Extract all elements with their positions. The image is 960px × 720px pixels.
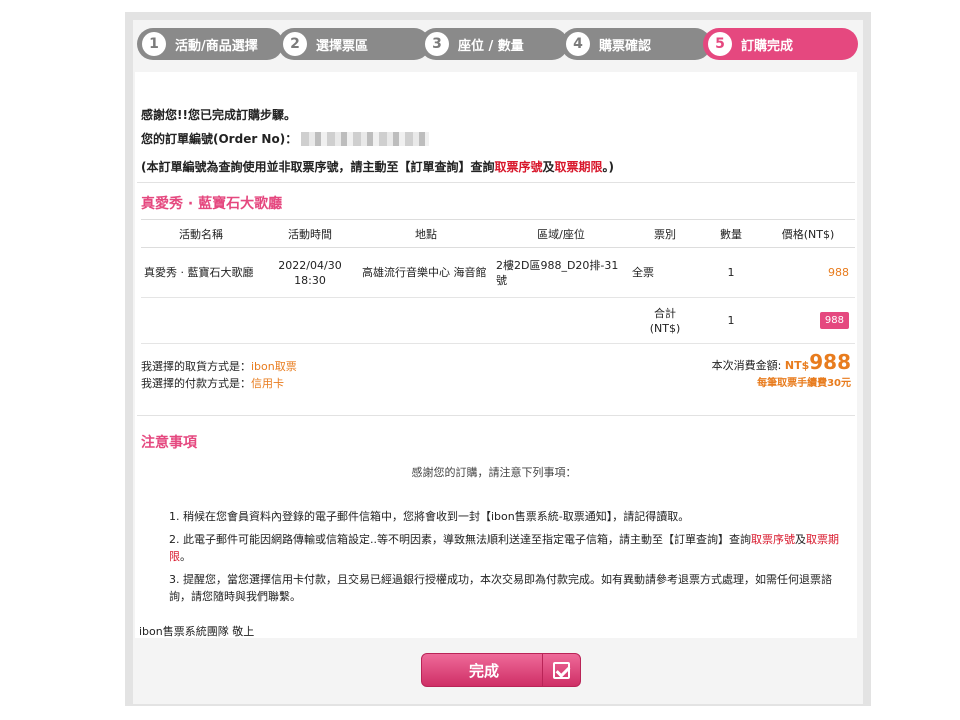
- step-number: 2: [283, 32, 307, 56]
- col-header: 數量: [701, 219, 761, 248]
- notice-text: 。: [180, 550, 191, 563]
- notice-highlight: 取票序號: [750, 533, 795, 546]
- pickup-value: ibon取票: [251, 360, 297, 373]
- cell-time: 2022/04/30 18:30: [278, 258, 342, 287]
- order-note: (本訂單編號為查詢使用並非取票序號，請主動至【訂單查詢】查詢取票序號及取票期限。…: [141, 158, 614, 175]
- step-number: 1: [142, 32, 166, 56]
- divider: [137, 182, 855, 183]
- notice-text: 2. 此電子郵件可能因網路傳輸或信箱設定..等不明因素，導致無法順利送達至指定電…: [169, 533, 751, 546]
- subtotal-price-badge: 988: [819, 312, 849, 329]
- total-currency: NT$: [784, 359, 810, 372]
- col-header: 活動名稱: [141, 219, 261, 248]
- order-number-line: 您的訂單編號(Order No)：: [141, 130, 430, 147]
- step-4: 4 購票確認: [561, 28, 711, 60]
- order-number-redacted: [301, 131, 430, 146]
- table-row: 真愛秀 · 藍寶石大歌廳 2022/04/30 18:30 高雄流行音樂中心 海…: [141, 248, 855, 298]
- col-header: 活動時間: [261, 219, 359, 248]
- notice-item: 2. 此電子郵件可能因網路傳輸或信箱設定..等不明因素，導致無法順利送達至指定電…: [169, 531, 849, 565]
- note-text: 。): [602, 160, 615, 174]
- note-text: (本訂單編號為查詢使用並非取票序號，請主動至【訂單查詢】查詢: [141, 160, 495, 174]
- main-content: 感謝您!!您已完成訂購步驟。 您的訂單編號(Order No)： (本訂單編號為…: [135, 72, 857, 638]
- event-title: 真愛秀 · 藍寶石大歌廳: [141, 196, 283, 212]
- col-header: 區域/座位: [493, 219, 629, 248]
- ticket-table: 活動名稱 活動時間 地點 區域/座位 票別 數量 價格(NT$) 真愛秀 · 藍…: [141, 219, 855, 344]
- step-number: 5: [708, 32, 732, 56]
- note-text: 及: [542, 160, 555, 174]
- page-frame: 1 活動/商品選擇 2 選擇票區 3 座位 / 數量 4 購票確認 5 訂購完成…: [125, 12, 871, 706]
- divider: [137, 415, 855, 416]
- notice-item: 1. 稍候在您會員資料內登錄的電子郵件信箱中，您將會收到一封【ibon售票系統-…: [169, 510, 690, 523]
- col-header: 價格(NT$): [761, 219, 855, 248]
- notice-intro: 感謝您的訂購，請注意下列事項：: [411, 466, 577, 479]
- step-label: 購票確認: [599, 38, 652, 54]
- note-highlight: 取票期限: [554, 160, 603, 174]
- table-header-row: 活動名稱 活動時間 地點 區域/座位 票別 數量 價格(NT$): [141, 219, 855, 248]
- payment-label: 我選擇的付款方式是：: [141, 377, 251, 390]
- page-inner: 1 活動/商品選擇 2 選擇票區 3 座位 / 數量 4 購票確認 5 訂購完成…: [133, 20, 863, 704]
- pickup-label: 我選擇的取貨方式是：: [141, 360, 251, 373]
- step-number: 3: [425, 32, 449, 56]
- step-3: 3 座位 / 數量: [420, 28, 568, 60]
- total-amount: 本次消費金額: NT$988 每筆取票手續費30元: [712, 350, 851, 389]
- step-1: 1 活動/商品選擇: [137, 28, 283, 60]
- note-highlight: 取票序號: [494, 160, 543, 174]
- cell-ticket-type: 全票: [632, 266, 654, 279]
- step-label: 選擇票區: [316, 38, 369, 54]
- subtotal-quantity: 1: [727, 314, 735, 327]
- cell-venue: 高雄流行音樂中心 海音館: [362, 266, 487, 279]
- cell-event-name: 真愛秀 · 藍寶石大歌廳: [144, 266, 254, 279]
- order-number-label: 您的訂單編號(Order No)：: [141, 132, 298, 146]
- step-number: 4: [566, 32, 590, 56]
- payment-value: 信用卡: [251, 377, 284, 390]
- payment-line: 我選擇的付款方式是：信用卡: [141, 375, 297, 392]
- signature: ibon售票系統團隊 敬上: [139, 625, 255, 638]
- notice-item: 3. 提醒您，當您選擇信用卡付款，且交易已經過銀行授權成功，本次交易即為付款完成…: [169, 573, 832, 603]
- checkbox-icon: [542, 654, 580, 686]
- done-button-label: 完成: [468, 661, 499, 680]
- done-button[interactable]: 完成: [421, 653, 581, 687]
- cell-quantity: 1: [727, 266, 735, 279]
- notice-list: 1. 稍候在您會員資料內登錄的電子郵件信箱中，您將會收到一封【ibon售票系統-…: [169, 508, 849, 611]
- col-header: 地點: [359, 219, 493, 248]
- step-2: 2 選擇票區: [278, 28, 430, 60]
- step-label: 活動/商品選擇: [175, 38, 258, 54]
- cell-price: 988: [828, 266, 849, 279]
- handling-fee: 每筆取票手續費30元: [757, 378, 851, 389]
- step-label: 訂購完成: [741, 38, 794, 54]
- cell-seat: 2樓2D區988_D20排-31號: [496, 258, 619, 287]
- subtotal-label: 合計 (NT$): [649, 306, 681, 335]
- notice-text: 及: [794, 533, 806, 546]
- col-header: 票別: [629, 219, 701, 248]
- step-label: 座位 / 數量: [458, 38, 524, 54]
- subtotal-row: 合計 (NT$) 1 988: [141, 298, 855, 344]
- delivery-payment: 我選擇的取貨方式是：ibon取票 我選擇的付款方式是：信用卡: [141, 358, 297, 392]
- step-5-active: 5 訂購完成: [703, 28, 858, 60]
- total-label: 本次消費金額:: [711, 359, 782, 372]
- total-value: 988: [809, 350, 851, 374]
- notice-title: 注意事項: [141, 435, 197, 451]
- thanks-message: 感謝您!!您已完成訂購步驟。: [141, 108, 296, 122]
- pickup-line: 我選擇的取貨方式是：ibon取票: [141, 358, 297, 375]
- progress-steps: 1 活動/商品選擇 2 選擇票區 3 座位 / 數量 4 購票確認 5 訂購完成: [137, 28, 859, 60]
